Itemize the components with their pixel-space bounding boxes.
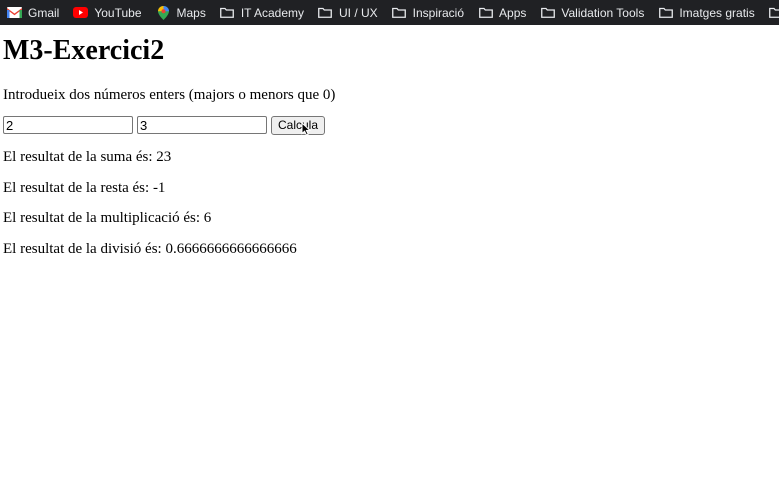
folder-icon: [220, 6, 235, 20]
bookmark-youtube[interactable]: YouTube: [73, 5, 142, 20]
bookmark-label: Apps: [499, 5, 527, 20]
number2-input[interactable]: [137, 116, 267, 134]
gmail-icon: [7, 6, 22, 20]
page-title: M3-Exercici2: [3, 35, 165, 66]
bookmark-label: Imatges gratis: [679, 5, 755, 20]
bookmark-folder-truncated[interactable]: M: [769, 6, 779, 20]
bookmark-label: Gmail: [28, 5, 60, 20]
bookmark-maps[interactable]: Maps: [156, 5, 206, 20]
folder-icon: [478, 6, 493, 20]
instructions-text: Introdueix dos números enters (majors o …: [3, 87, 336, 103]
bookmark-folder-ui-ux[interactable]: UI / UX: [318, 6, 378, 20]
bookmark-label: Validation Tools: [561, 5, 645, 20]
division-result: El resultat de la divisió és: 0.66666666…: [3, 241, 297, 257]
calculate-button[interactable]: Calcula: [271, 115, 326, 135]
bookmark-folder-apps[interactable]: Apps: [478, 6, 526, 20]
sum-result: El resultat de la suma és: 23: [3, 149, 172, 165]
folder-icon: [658, 6, 673, 20]
mouse-pointer-icon: [301, 122, 311, 136]
page-content: M3-Exercici2 Introdueix dos números ente…: [0, 36, 779, 258]
folder-icon: [318, 6, 333, 20]
bookmark-folder-inspiracio[interactable]: Inspiració: [392, 6, 464, 20]
folder-icon: [769, 6, 779, 20]
bookmark-label: Maps: [176, 5, 206, 20]
bookmark-folder-imatges-gratis[interactable]: Imatges gratis: [658, 5, 755, 20]
subtraction-result: El resultat de la resta és: -1: [3, 180, 166, 196]
bookmark-label: IT Academy: [240, 5, 304, 20]
bookmark-label: YouTube: [94, 5, 142, 20]
number1-input[interactable]: [3, 116, 133, 134]
bookmark-label: Inspiració: [412, 5, 465, 20]
bookmark-gmail[interactable]: Gmail: [7, 6, 59, 20]
bookmarks-bar: Gmail YouTube Maps IT Academy UI / UX In…: [0, 0, 779, 25]
youtube-icon: [73, 6, 89, 20]
maps-icon: [156, 5, 171, 20]
multiplication-result: El resultat de la multiplicació és: 6: [3, 210, 212, 226]
bookmark-folder-it-academy[interactable]: IT Academy: [220, 6, 304, 20]
folder-icon: [392, 6, 407, 20]
calculator-form: Calcula: [3, 115, 779, 135]
folder-icon: [540, 6, 555, 20]
bookmark-folder-validation-tools[interactable]: Validation Tools: [540, 6, 644, 20]
bookmark-label: UI / UX: [338, 5, 378, 20]
